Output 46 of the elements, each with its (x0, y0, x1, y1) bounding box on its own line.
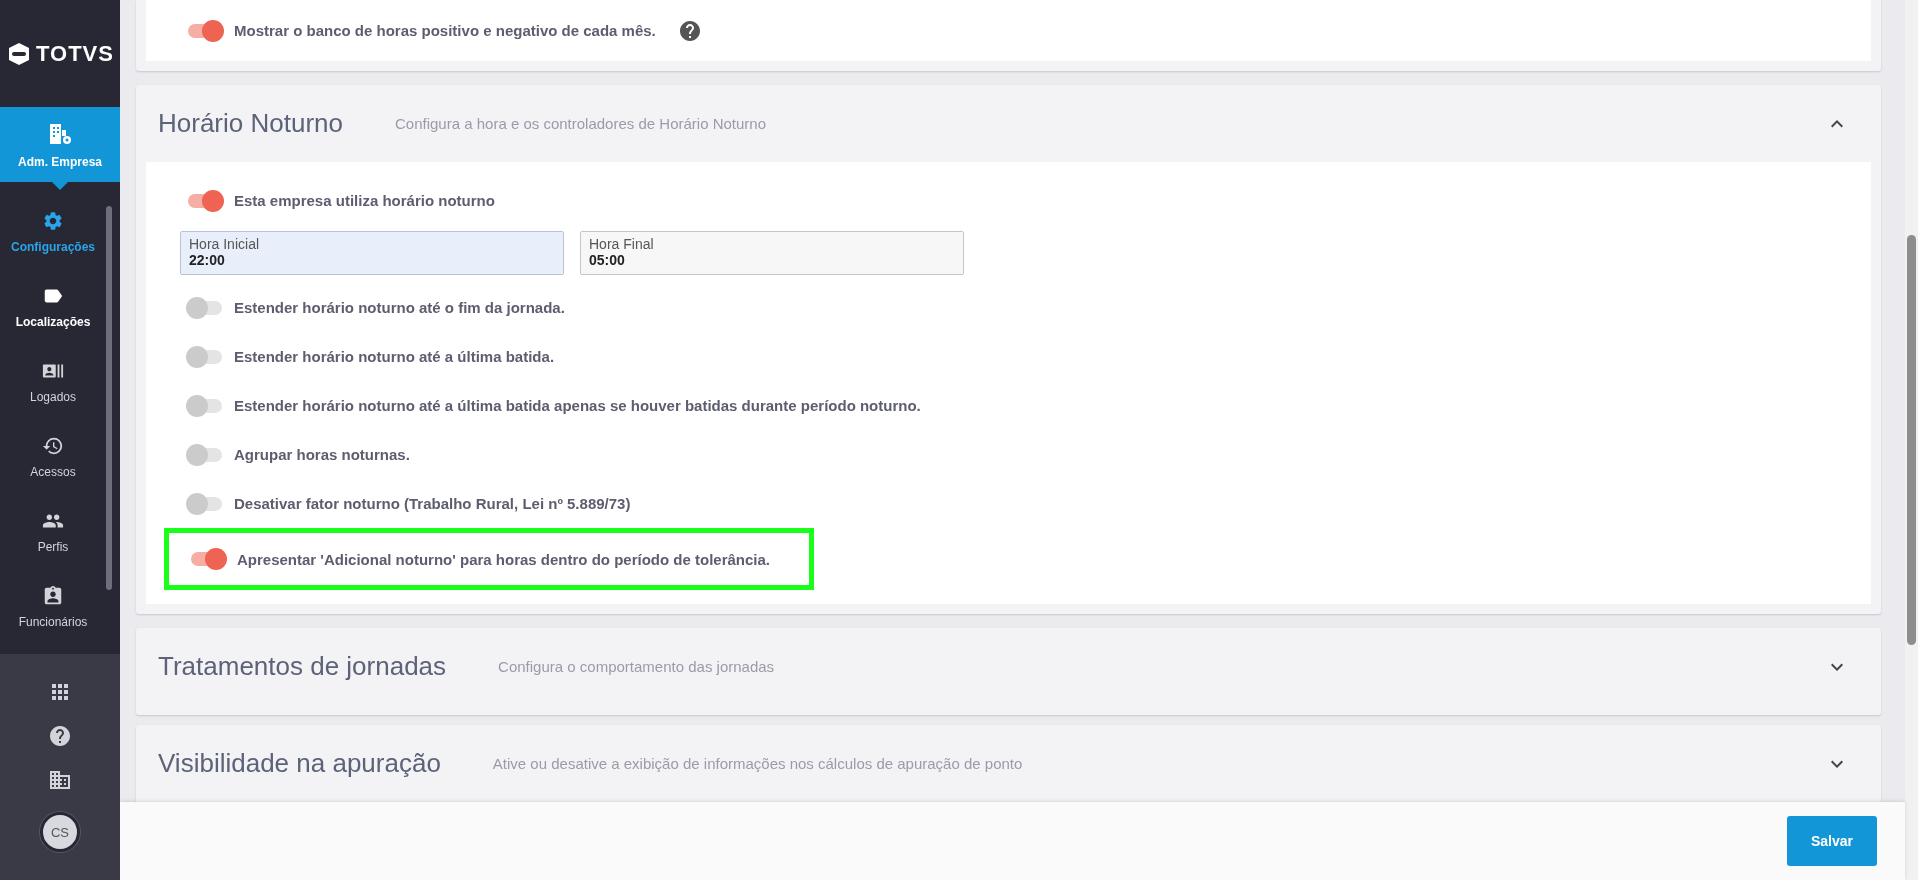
option-label: Mostrar o banco de horas positivo e negativo de cada mês. (234, 22, 656, 39)
field-label: Hora Final (589, 236, 655, 252)
toggle-switch[interactable] (186, 296, 224, 319)
option-label: Apresentar 'Adicional noturno' para horas dentro do período de tolerância. (237, 550, 771, 568)
scrollbar[interactable] (106, 206, 112, 590)
module-label: Adm. Empresa (18, 154, 102, 169)
option-label: Esta empresa utiliza horário noturno (234, 192, 495, 209)
nav-item[interactable]: Localizações (0, 269, 106, 344)
user-avatar[interactable]: CS (40, 812, 80, 852)
toggle-switch[interactable] (186, 345, 224, 368)
nav-item[interactable]: Configurações (0, 194, 106, 269)
toggle-switch[interactable] (186, 394, 224, 417)
toggle-switch[interactable] (186, 189, 224, 212)
toggle-switch[interactable] (186, 19, 224, 42)
toggle-switch[interactable] (189, 548, 227, 570)
scrollbar[interactable] (1905, 0, 1918, 880)
section-title: Horário Noturno (158, 108, 343, 139)
logo-icon (6, 40, 32, 67)
id-badge-icon (42, 584, 64, 607)
logo-text: TOTVS (36, 40, 114, 67)
option-label: Estender horário noturno até o fim da jornada. (234, 299, 565, 316)
toggle-switch[interactable] (186, 443, 224, 466)
help-icon[interactable] (48, 724, 72, 748)
module-pointer (52, 182, 68, 190)
section-subtitle: Ative ou desative a exibição de informações nos cálculos de apuração de ponto (492, 755, 1024, 772)
gear-icon (42, 209, 64, 232)
time-input[interactable]: 22:00 (189, 252, 555, 268)
nav-item[interactable]: Logados (0, 344, 106, 419)
option-label: Estender horário noturno até a última batida apenas se houver batidas durante período noturno. (234, 397, 921, 414)
nav-item[interactable]: Funcionários (0, 569, 106, 644)
time-field[interactable]: Hora Final 05:00 (580, 231, 964, 275)
nav-item[interactable]: Acessos (0, 419, 106, 494)
section-title: Tratamentos de jornadas (158, 651, 447, 682)
option-label: Desativar fator noturno (Trabalho Rural, Lei nº 5.889/73) (234, 495, 631, 512)
nav-item[interactable]: Perfis (0, 494, 106, 569)
toggle-switch[interactable] (186, 492, 224, 515)
section-subtitle: Configura a hora e os controladores de Horário Noturno (395, 115, 768, 132)
building-icon[interactable] (48, 768, 72, 792)
field-label: Hora Inicial (189, 236, 261, 252)
help-icon[interactable] (677, 18, 702, 43)
option-label: Estender horário noturno até a última batida. (234, 348, 555, 365)
time-input[interactable]: 05:00 (589, 252, 955, 268)
option-label: Agrupar horas noturnas. (234, 446, 410, 463)
section-title: Visibilidade na apuração (158, 748, 441, 779)
section-subtitle: Configura o comportamento das jornadas (498, 658, 776, 675)
time-field[interactable]: Hora Inicial 22:00 (180, 231, 564, 275)
